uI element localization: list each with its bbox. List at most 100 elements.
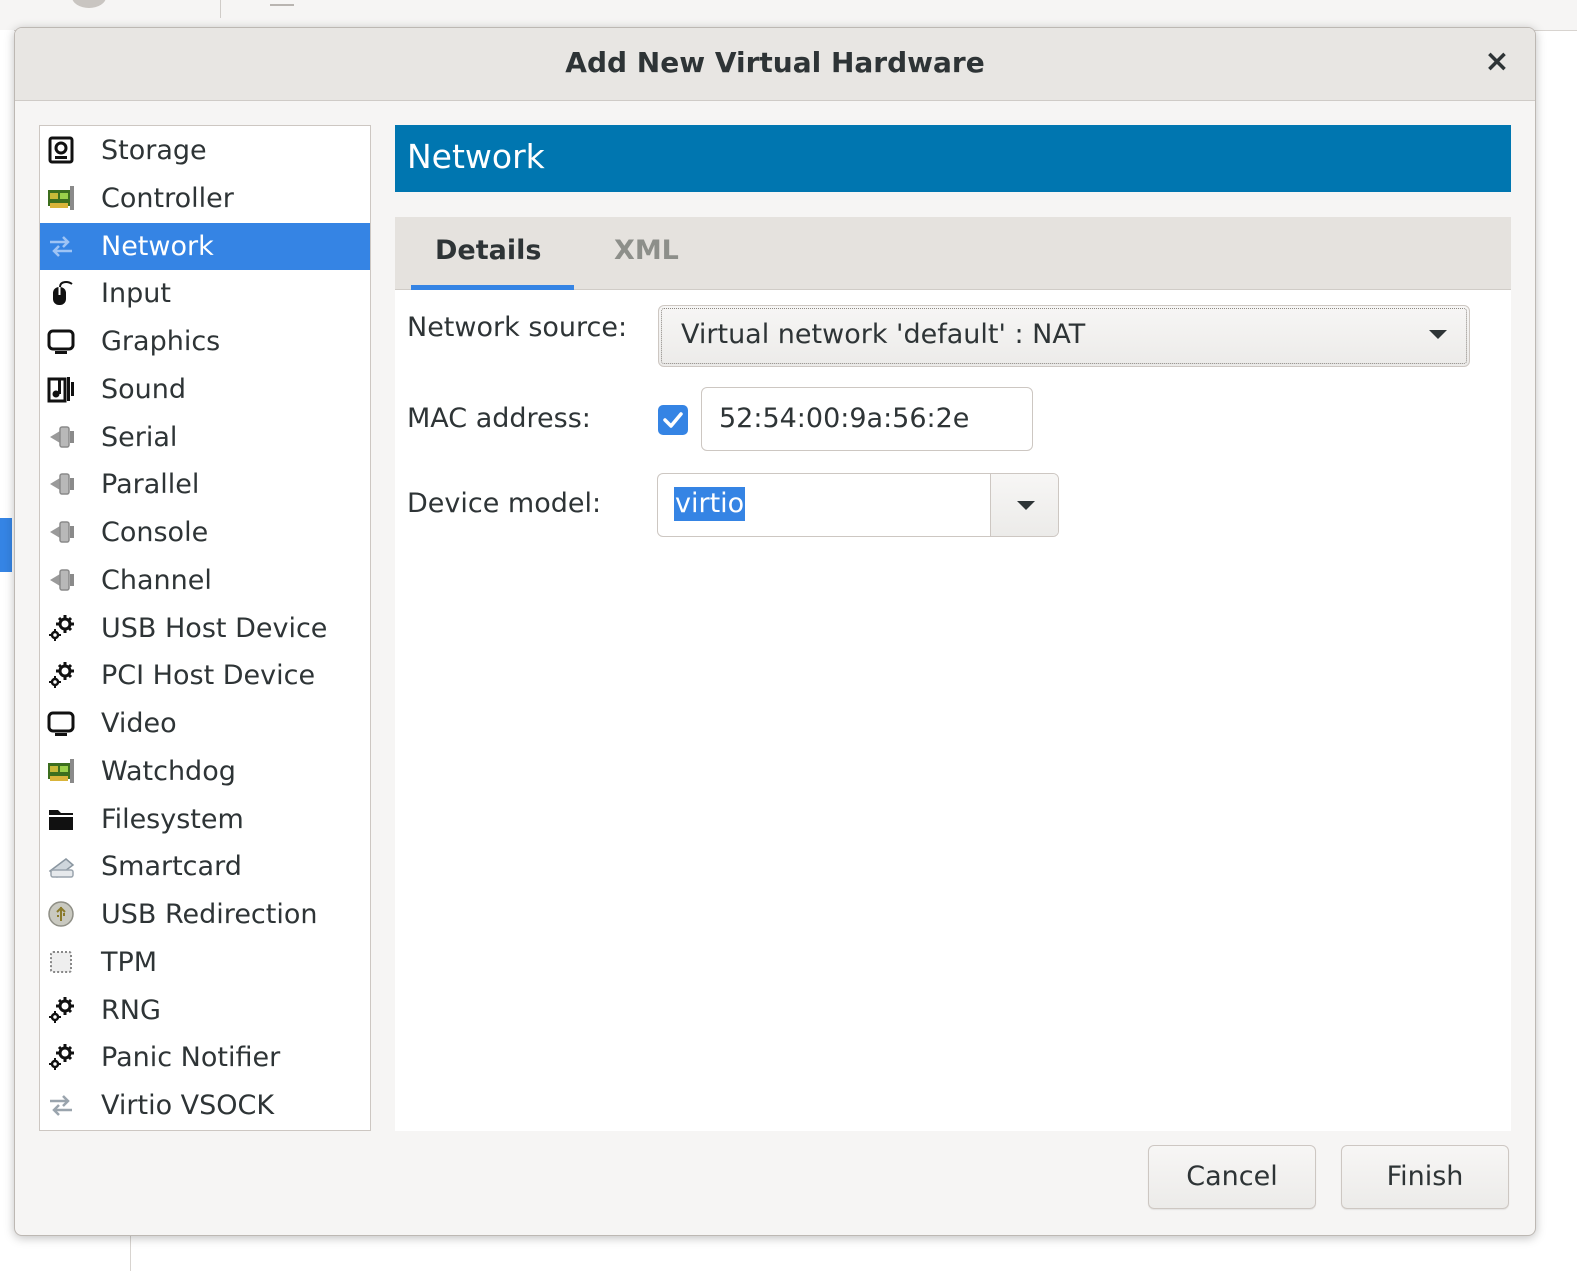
hardware-item-console[interactable]: Console xyxy=(40,509,370,556)
mac-address-label: MAC address: xyxy=(407,403,591,434)
tab-xml[interactable]: XML xyxy=(600,217,710,289)
tab-details[interactable]: Details xyxy=(411,217,574,290)
tab-bar: Details XML xyxy=(395,217,1511,290)
section-title: Network xyxy=(407,137,545,176)
hardware-item-usb-host-device[interactable]: USB Host Device xyxy=(40,605,370,652)
hardware-item-label: Sound xyxy=(101,373,187,405)
device-model-combobox: virtio xyxy=(657,473,1059,537)
network-source-label: Network source: xyxy=(407,312,628,343)
background-divider xyxy=(130,1234,131,1271)
hardware-item-label: Channel xyxy=(101,564,212,596)
tab-xml-label: XML xyxy=(614,235,679,266)
hardware-item-panic-notifier[interactable]: Panic Notifier xyxy=(40,1034,370,1081)
gears-icon xyxy=(49,1044,74,1071)
hardware-item-filesystem[interactable]: Filesystem xyxy=(40,796,370,843)
smartcard-icon xyxy=(48,858,75,879)
hardware-item-label: Virtio VSOCK xyxy=(101,1090,275,1121)
hardware-item-parallel[interactable]: Parallel xyxy=(40,461,370,508)
disk-icon xyxy=(48,136,74,164)
hardware-item-network[interactable]: Network xyxy=(40,222,370,270)
hardware-item-virtio-vsock[interactable]: Virtio VSOCK xyxy=(40,1082,370,1129)
hardware-item-label: Network xyxy=(101,230,214,262)
device-model-entry[interactable]: virtio xyxy=(658,474,990,536)
hardware-item-pci-host-device[interactable]: PCI Host Device xyxy=(40,652,370,699)
hardware-item-label: Video xyxy=(101,708,177,739)
card-icon xyxy=(48,185,74,210)
finish-button-label: Finish xyxy=(1386,1161,1464,1192)
mac-address-value: 52:54:00:9a:56:2e xyxy=(719,403,970,434)
dialog-title: Add New Virtual Hardware xyxy=(565,46,985,79)
hardware-item-serial[interactable]: Serial xyxy=(40,414,370,461)
hardware-item-sound[interactable]: Sound xyxy=(40,366,370,413)
mac-address-input[interactable]: 52:54:00:9a:56:2e xyxy=(701,387,1033,451)
active-tab-indicator xyxy=(411,285,574,290)
hardware-item-label: RNG xyxy=(101,994,161,1026)
arrows-icon xyxy=(50,1095,72,1116)
background-toolbar-separator xyxy=(220,0,221,18)
background-toolbar-icon xyxy=(72,0,106,8)
hardware-item-label: Storage xyxy=(101,135,207,166)
hardware-item-storage[interactable]: Storage xyxy=(40,127,370,174)
hardware-item-label: Console xyxy=(101,517,209,548)
close-icon[interactable]: × xyxy=(1479,44,1515,80)
dropdown-arrow-icon xyxy=(1429,330,1447,339)
background-toolbar-icon xyxy=(270,0,294,6)
background-selected-row xyxy=(0,518,12,572)
device-model-label: Device model: xyxy=(407,488,602,519)
tab-details-label: Details xyxy=(435,235,542,266)
usb-icon xyxy=(48,901,74,927)
hardware-item-label: PCI Host Device xyxy=(101,660,316,692)
monitor-icon xyxy=(47,711,75,736)
device-model-value: virtio xyxy=(674,487,746,521)
hardware-item-label: Filesystem xyxy=(101,803,244,835)
chip-icon xyxy=(50,950,72,973)
background-window-list xyxy=(0,30,14,1271)
details-panel: Details XML Network source: Virtual netw… xyxy=(395,217,1511,1131)
dropdown-arrow-icon xyxy=(1017,501,1035,510)
gears-icon xyxy=(49,614,74,641)
hardware-item-controller[interactable]: Controller xyxy=(40,175,370,222)
cancel-button[interactable]: Cancel xyxy=(1148,1145,1316,1209)
hardware-item-channel[interactable]: Channel xyxy=(40,557,370,604)
hardware-item-input[interactable]: Input xyxy=(40,270,370,317)
hardware-item-label: Controller xyxy=(101,182,234,214)
hardware-item-graphics[interactable]: Graphics xyxy=(40,318,370,365)
hardware-item-label: Parallel xyxy=(101,469,200,501)
network-source-dropdown[interactable]: Virtual network 'default' : NAT xyxy=(658,305,1470,367)
audio-card-icon xyxy=(47,376,74,403)
hardware-item-video[interactable]: Video xyxy=(40,700,370,747)
device-model-dropdown-button[interactable] xyxy=(990,474,1058,536)
hardware-item-rng[interactable]: RNG xyxy=(40,987,370,1034)
card-icon xyxy=(48,758,74,783)
background-window-bottom xyxy=(0,1234,1577,1271)
folder-icon xyxy=(49,809,73,830)
hardware-item-label: USB Redirection xyxy=(101,899,318,930)
plug-icon xyxy=(50,521,74,543)
hardware-item-label: Panic Notifier xyxy=(101,1042,281,1074)
hardware-item-label: Graphics xyxy=(101,326,221,357)
hardware-item-watchdog[interactable]: Watchdog xyxy=(40,748,370,795)
network-source-value: Virtual network 'default' : NAT xyxy=(681,319,1086,350)
gears-icon xyxy=(49,662,74,689)
hardware-item-label: Serial xyxy=(101,421,178,453)
plug-icon xyxy=(50,425,74,448)
hardware-item-label: Input xyxy=(101,278,171,310)
hardware-type-list: Storage Controller Network Input Graphics Sou… xyxy=(39,125,371,1131)
hardware-item-smartcard[interactable]: Smartcard xyxy=(40,843,370,890)
plug-icon xyxy=(50,569,74,591)
hardware-item-label: Watchdog xyxy=(101,755,236,787)
hardware-item-label: TPM xyxy=(101,946,158,978)
add-hardware-dialog: Add New Virtual Hardware × Storage Contro… xyxy=(14,27,1536,1236)
hardware-item-label: USB Host Device xyxy=(101,612,328,644)
arrows-icon xyxy=(50,235,72,257)
checkmark-icon xyxy=(663,412,683,428)
monitor-icon xyxy=(47,329,75,354)
hardware-item-tpm[interactable]: TPM xyxy=(40,939,370,986)
dialog-titlebar: Add New Virtual Hardware × xyxy=(15,28,1535,101)
hardware-item-label: Smartcard xyxy=(101,851,242,883)
mouse-icon xyxy=(53,281,73,306)
finish-button[interactable]: Finish xyxy=(1341,1145,1509,1209)
hardware-item-usb-redirection[interactable]: USB Redirection xyxy=(40,891,370,938)
mac-address-checkbox[interactable] xyxy=(658,405,688,435)
cancel-button-label: Cancel xyxy=(1186,1161,1278,1192)
